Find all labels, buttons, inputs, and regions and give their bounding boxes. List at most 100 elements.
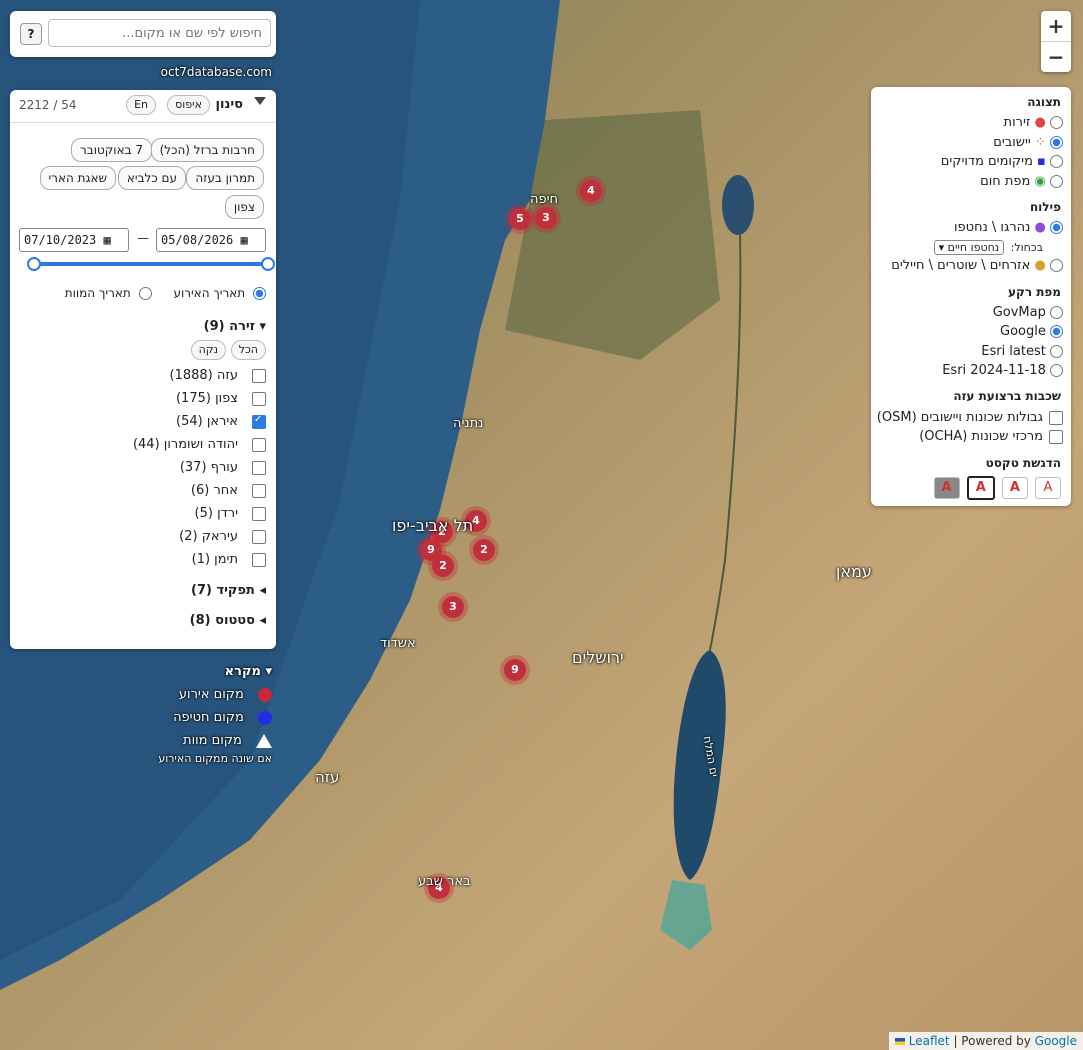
arena-checkbox[interactable] bbox=[252, 460, 266, 475]
arena-checkbox[interactable] bbox=[252, 506, 266, 521]
arena-item-judea-samaria[interactable]: יהודה ושומרון (44) bbox=[20, 437, 266, 457]
date-to-input[interactable]: 05/08/2026 ▦ bbox=[156, 228, 266, 252]
gaza-layer-osm-boundaries[interactable]: גבולות שכונות ויישובים (OSM) bbox=[877, 410, 1063, 428]
slider-handle-start[interactable] bbox=[27, 257, 41, 271]
arena-checkbox[interactable] bbox=[252, 437, 266, 452]
display-radio[interactable] bbox=[1050, 116, 1063, 129]
filter-header: סינון איפוס En 2212 / 54 bbox=[10, 90, 276, 123]
quick-filter-swords-of-iron[interactable]: חרבות ברזל (הכל) bbox=[150, 138, 264, 162]
breakdown-option-civilians-police-soldiers[interactable]: ● אזרחים \ שוטרים \ חיילים bbox=[891, 258, 1063, 276]
basemap-option-esri-latest[interactable]: Esri latest bbox=[981, 344, 1063, 362]
arena-item-other[interactable]: אחר (6) bbox=[20, 483, 266, 503]
arena-checkbox[interactable] bbox=[252, 414, 266, 429]
date-mode-death-radio[interactable] bbox=[138, 287, 152, 300]
zoom-out-button[interactable]: − bbox=[1041, 42, 1071, 72]
arena-clear-button[interactable]: נקה bbox=[190, 340, 226, 360]
google-link[interactable]: Google bbox=[1035, 1034, 1077, 1048]
legend-header[interactable]: ▾ מקרא bbox=[132, 664, 272, 679]
chevron-down-icon: ▾ bbox=[265, 664, 272, 679]
display-option-heatmap[interactable]: ◉ מפת חום bbox=[980, 174, 1063, 192]
help-button[interactable]: ? bbox=[20, 23, 42, 45]
calendar-icon: ▦ bbox=[103, 233, 111, 247]
basemap-radio[interactable] bbox=[1050, 325, 1063, 338]
date-from-input[interactable]: 07/10/2023 ▦ bbox=[19, 228, 129, 252]
arena-item-north[interactable]: צפון (175) bbox=[20, 391, 266, 411]
cluster-marker[interactable]: 5 bbox=[509, 208, 531, 230]
date-range-slider[interactable] bbox=[27, 257, 275, 271]
map-label-ashdod: אשדוד bbox=[380, 636, 416, 651]
arena-checkbox[interactable] bbox=[252, 529, 266, 544]
arena-section-header[interactable]: ▾ זירה (9) bbox=[204, 319, 266, 334]
legend-item-label: מקום חטיפה bbox=[173, 710, 244, 725]
quick-filter-rising-lion[interactable]: עם כלביא bbox=[117, 166, 186, 190]
text-highlight-option-bold[interactable]: A bbox=[1001, 477, 1028, 499]
leaflet-link[interactable]: Leaflet bbox=[909, 1034, 950, 1048]
text-highlight-options: A A A A bbox=[931, 476, 1061, 500]
exact-locations-icon: ▪ bbox=[1037, 154, 1046, 169]
arena-checkbox[interactable] bbox=[252, 483, 266, 498]
cluster-marker[interactable]: 2 bbox=[432, 555, 454, 577]
language-button[interactable]: En bbox=[126, 95, 156, 115]
result-count: 2212 / 54 bbox=[19, 98, 77, 112]
arena-item-yemen[interactable]: תימן (1) bbox=[20, 552, 266, 572]
basemap-radio[interactable] bbox=[1050, 364, 1063, 377]
cluster-marker[interactable]: 3 bbox=[535, 207, 557, 229]
reset-button[interactable]: איפוס bbox=[167, 95, 210, 115]
breakdown-option-killed-kidnapped[interactable]: ● נהרגו \ נחטפו bbox=[954, 220, 1063, 238]
breakdown-radio[interactable] bbox=[1050, 259, 1063, 272]
cluster-marker[interactable]: 9 bbox=[504, 659, 526, 681]
site-link[interactable]: oct7database.com bbox=[160, 65, 272, 79]
breakdown-radio[interactable] bbox=[1050, 221, 1063, 234]
display-radio[interactable] bbox=[1050, 136, 1063, 149]
basemap-radio[interactable] bbox=[1050, 306, 1063, 319]
arena-select-all-button[interactable]: הכל bbox=[230, 340, 266, 360]
search-input[interactable] bbox=[48, 19, 271, 47]
text-highlight-option-outline-selected[interactable]: A bbox=[966, 476, 995, 500]
date-mode-death-label: תאריך המוות bbox=[64, 286, 131, 300]
arena-item-gaza[interactable]: עזה (1888) bbox=[20, 368, 266, 388]
arena-checkbox[interactable] bbox=[252, 552, 266, 567]
cluster-marker[interactable]: 2 bbox=[473, 539, 495, 561]
legend-item-label: מקום מוות bbox=[183, 733, 242, 748]
quick-filter-north[interactable]: צפון bbox=[224, 195, 264, 219]
gaza-layer-checkbox[interactable] bbox=[1049, 429, 1063, 444]
arena-checkbox[interactable] bbox=[252, 368, 266, 383]
arena-item-jordan[interactable]: ירדן (5) bbox=[20, 506, 266, 526]
gaza-layer-checkbox[interactable] bbox=[1049, 410, 1063, 425]
basemap-option-govmap[interactable]: GovMap bbox=[993, 305, 1063, 323]
display-option-arenas[interactable]: ● זירות bbox=[1004, 115, 1063, 133]
map-label-jerusalem: ירושלים bbox=[572, 648, 624, 667]
text-highlight-option-plain[interactable]: A bbox=[1035, 477, 1061, 499]
zoom-control: + − bbox=[1041, 11, 1071, 72]
color-by-select[interactable]: נחטפו חיים ▾ bbox=[933, 240, 1005, 255]
display-option-exact-locations[interactable]: ▪ מיקומים מדויקים bbox=[941, 154, 1063, 172]
arena-item-home-front[interactable]: עורף (37) bbox=[20, 460, 266, 480]
display-radio[interactable] bbox=[1050, 155, 1063, 168]
basemap-option-google[interactable]: Google bbox=[1000, 324, 1063, 342]
display-option-settlements[interactable]: ⁘ יישובים bbox=[993, 135, 1063, 153]
basemap-option-esri-2024[interactable]: Esri 2024-11-18 bbox=[942, 363, 1063, 381]
basemap-option-label: Esri latest bbox=[981, 344, 1046, 359]
quick-filter-oct7[interactable]: 7 באוקטובר bbox=[71, 138, 152, 162]
arena-item-iran[interactable]: איראן (54) bbox=[20, 414, 266, 434]
gaza-layer-ocha-centers[interactable]: מרכזי שכונות (OCHA) bbox=[919, 429, 1063, 447]
date-mode-group: תאריך האירוע תאריך המוות bbox=[20, 286, 266, 300]
quick-filter-gaza-maneuver[interactable]: תמרון בעזה bbox=[186, 166, 264, 190]
basemap-option-label: Google bbox=[1000, 324, 1046, 339]
quick-filter-roaring-lion[interactable]: שאגת הארי bbox=[39, 166, 116, 190]
search-panel: ? bbox=[10, 11, 276, 57]
gaza-layer-label: גבולות שכונות ויישובים (OSM) bbox=[876, 410, 1043, 425]
arena-checkbox[interactable] bbox=[252, 391, 266, 406]
slider-handle-end[interactable] bbox=[261, 257, 275, 271]
text-highlight-option-shadow[interactable]: A bbox=[933, 477, 960, 499]
role-section-header[interactable]: ◂ תפקיד (7) bbox=[191, 583, 266, 598]
display-radio[interactable] bbox=[1050, 175, 1063, 188]
status-section-header[interactable]: ◂ סטטוס (8) bbox=[190, 613, 266, 628]
cluster-marker[interactable]: 3 bbox=[442, 596, 464, 618]
cluster-marker[interactable]: 4 bbox=[580, 180, 602, 202]
arena-item-iraq[interactable]: עיראק (2) bbox=[20, 529, 266, 549]
zoom-in-button[interactable]: + bbox=[1041, 11, 1071, 42]
basemap-radio[interactable] bbox=[1050, 345, 1063, 358]
chevron-down-icon: ▾ bbox=[938, 241, 945, 254]
date-mode-event-radio[interactable] bbox=[253, 287, 266, 300]
